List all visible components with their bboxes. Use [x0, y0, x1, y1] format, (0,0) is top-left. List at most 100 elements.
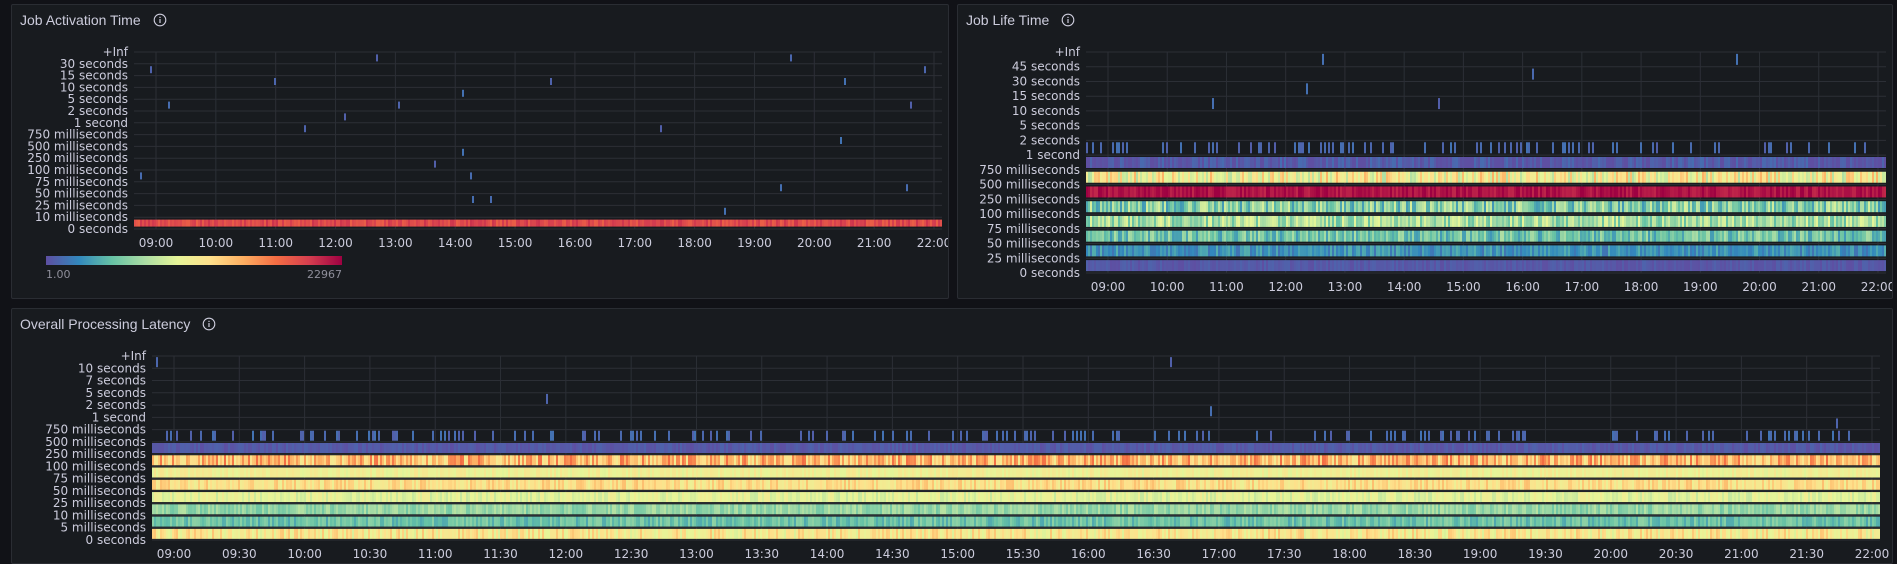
heat-cell: [1160, 186, 1162, 198]
heat-cell: [680, 443, 682, 453]
heat-cell: [324, 219, 326, 227]
heat-cell: [1284, 260, 1286, 272]
heat-cell: [252, 430, 254, 441]
heat-cell: [1294, 230, 1296, 242]
heat-cell: [1520, 171, 1522, 183]
heat-cell: [146, 219, 148, 227]
heat-cell: [1610, 171, 1612, 183]
heat-cell: [1646, 245, 1648, 257]
heat-cell: [1314, 430, 1316, 441]
heat-cell: [1146, 201, 1148, 213]
heat-cell: [1494, 201, 1496, 213]
heat-cell: [1784, 215, 1786, 227]
heat-cell: [1220, 443, 1222, 453]
heat-cell: [1870, 230, 1872, 242]
heat-cell: [156, 219, 158, 227]
heat-cell: [828, 219, 830, 227]
heat-cell: [682, 443, 684, 453]
heat-cell: [1324, 186, 1326, 198]
heat-cell: [1728, 186, 1730, 198]
heat-cell: [646, 443, 648, 453]
heat-cell: [692, 443, 694, 453]
heat-cell: [1610, 186, 1612, 198]
heat-cell: [668, 430, 670, 441]
heat-cell: [1148, 215, 1150, 227]
heat-cell: [384, 443, 386, 453]
heat-cell: [1150, 230, 1152, 242]
heat-cell: [1726, 443, 1728, 453]
heatmap-chart[interactable]: +Inf30 seconds15 seconds10 seconds5 seco…: [12, 5, 949, 299]
heat-cell: [1546, 171, 1548, 183]
heat-cell: [1364, 186, 1366, 198]
heat-cell: [1596, 245, 1598, 257]
heat-cell: [1698, 171, 1700, 183]
heat-cell: [588, 219, 590, 227]
heat-cell: [874, 443, 876, 453]
heat-cell: [1104, 186, 1106, 198]
heat-cell: [1114, 157, 1116, 168]
heat-cell: [1404, 157, 1406, 168]
heat-cell: [1350, 171, 1352, 183]
heat-cell: [1524, 171, 1526, 183]
heat-cell: [926, 443, 928, 453]
heat-cell: [1428, 245, 1430, 257]
heat-cell: [1810, 157, 1812, 168]
heat-cell: [766, 219, 768, 227]
heat-cell: [1528, 171, 1530, 183]
heat-cell: [778, 443, 780, 453]
heat-cell: [1130, 230, 1132, 242]
heat-cell: [1488, 171, 1490, 183]
heat-cell: [1340, 142, 1342, 154]
heat-cell: [1180, 201, 1182, 213]
heat-cell: [1200, 260, 1202, 272]
heat-cell: [1752, 260, 1754, 272]
heat-cell: [1126, 443, 1128, 453]
heat-cell: [894, 219, 896, 227]
heat-cell: [1806, 245, 1808, 257]
heat-cell: [1764, 230, 1766, 242]
heat-cell: [1700, 245, 1702, 257]
heat-cell: [336, 430, 338, 441]
heat-cell: [524, 219, 526, 227]
heat-cell: [1178, 215, 1180, 227]
heat-cell: [1314, 157, 1316, 168]
heat-cell: [1540, 215, 1542, 227]
heat-cell: [1162, 443, 1164, 453]
heat-cell: [1400, 230, 1402, 242]
heat-cell: [1588, 186, 1590, 198]
heat-cell: [154, 219, 156, 227]
heat-cell: [1434, 230, 1436, 242]
heat-cell: [1722, 215, 1724, 227]
heat-cell: [1570, 215, 1572, 227]
heat-cell: [1636, 245, 1638, 257]
heat-cell: [1556, 215, 1558, 227]
heatmap-chart[interactable]: +Inf45 seconds30 seconds15 seconds10 sec…: [958, 5, 1893, 299]
heat-cell: [1390, 215, 1392, 227]
heat-cell: [1342, 245, 1344, 257]
heat-cell: [390, 219, 392, 227]
heat-cell: [1204, 245, 1206, 257]
heat-cell: [760, 443, 762, 453]
heat-cell: [1884, 186, 1886, 198]
heatmap-chart[interactable]: +Inf10 seconds7 seconds5 seconds2 second…: [12, 309, 1893, 564]
heat-cell: [1762, 443, 1764, 453]
heat-cell: [1168, 443, 1170, 453]
heat-cell: [802, 219, 804, 227]
heat-cell: [1708, 201, 1710, 213]
heat-cell: [1290, 186, 1292, 198]
heat-cell: [1786, 443, 1788, 453]
heat-cell: [1492, 230, 1494, 242]
heat-cell: [1310, 230, 1312, 242]
heat-cell: [1498, 186, 1500, 198]
heat-cell: [676, 443, 678, 453]
heat-cell: [1802, 430, 1804, 441]
heat-cell: [1754, 157, 1756, 168]
heat-cell: [594, 219, 596, 227]
heat-cell: [1488, 186, 1490, 198]
heat-cell: [1328, 260, 1330, 272]
heat-cell: [1418, 171, 1420, 183]
heat-cell: [1702, 245, 1704, 257]
heat-cell: [824, 443, 826, 453]
heat-cell: [1120, 260, 1122, 272]
heat-cell: [1518, 171, 1520, 183]
